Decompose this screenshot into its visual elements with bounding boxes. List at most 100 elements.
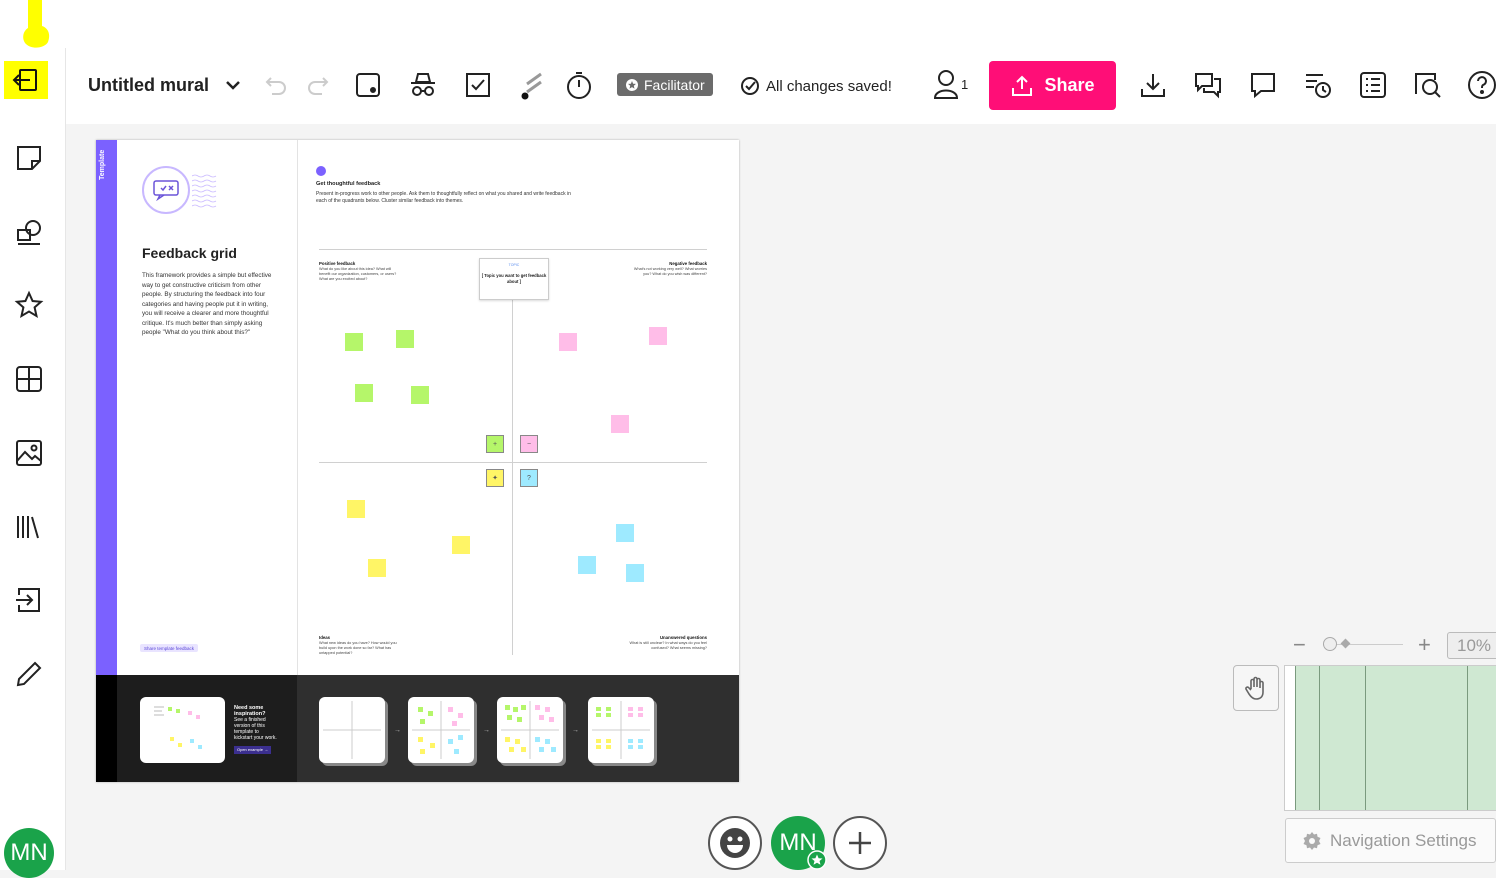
- pan-mode-button[interactable]: [1233, 665, 1279, 711]
- questions-quadrant-label: Unanswered questions What is still uncle…: [627, 635, 707, 651]
- share-button[interactable]: Share: [989, 61, 1116, 110]
- comment-icon[interactable]: [1246, 68, 1280, 102]
- sticky-note-icon[interactable]: [8, 137, 50, 179]
- minimap-viewport: [1295, 666, 1496, 810]
- mural-title-text: Untitled mural: [88, 75, 210, 95]
- step-thumbnail-4[interactable]: [588, 697, 654, 763]
- voting-icon[interactable]: [461, 68, 495, 102]
- middle-horizontal-line: [319, 462, 707, 463]
- questions-text: What is still unclear? In what ways do y…: [629, 641, 707, 650]
- feedback-bubble-icon: [142, 166, 190, 214]
- minimap[interactable]: [1284, 665, 1496, 811]
- zoom-slider-handle[interactable]: [1323, 637, 1337, 651]
- minimap-line: [1365, 666, 1366, 810]
- minimap-line: [1467, 666, 1468, 810]
- negative-title: Negative feedback: [669, 261, 707, 266]
- focus-mode-icon[interactable]: [351, 68, 385, 102]
- avatar[interactable]: MN: [4, 828, 54, 878]
- positive-quadrant-label: Positive feedback What do you like about…: [319, 261, 399, 282]
- sticky-note[interactable]: [347, 500, 365, 518]
- zoom-level-input[interactable]: 10%: [1447, 632, 1496, 659]
- positive-title: Positive feedback: [319, 261, 356, 266]
- sticky-note[interactable]: [626, 564, 644, 582]
- exit-icon[interactable]: [4, 61, 48, 99]
- navigation-settings-label: Navigation Settings: [1330, 830, 1477, 850]
- mural-board[interactable]: Template Feedback grid This framework pr…: [96, 140, 739, 782]
- zoom-out-button[interactable]: −: [1293, 632, 1306, 658]
- sticky-note[interactable]: [411, 386, 429, 404]
- user-count: 1: [961, 76, 969, 92]
- star-icon[interactable]: [8, 284, 50, 326]
- activity-icon[interactable]: [1301, 68, 1335, 102]
- pencil-icon[interactable]: [8, 653, 50, 695]
- open-example-button[interactable]: Open example →: [234, 746, 272, 754]
- grid-many-stickies-icon: [501, 701, 559, 759]
- sticky-note[interactable]: [452, 536, 470, 554]
- emoji-reaction-button[interactable]: [708, 816, 762, 870]
- negative-text: What's not working very well? What worri…: [633, 267, 707, 276]
- empty-grid-icon: [323, 701, 381, 759]
- redo-icon[interactable]: [300, 68, 334, 102]
- question-icon: ?: [520, 469, 538, 487]
- share-template-feedback-link[interactable]: Share template feedback: [140, 644, 199, 652]
- facilitator-label: Facilitator: [644, 76, 705, 93]
- step-thumbnail-1[interactable]: [319, 697, 385, 763]
- facilitator-badge[interactable]: Facilitator: [617, 73, 713, 96]
- sticky-note[interactable]: [578, 556, 596, 574]
- template-title: Feedback grid: [142, 245, 237, 261]
- sticky-note[interactable]: [368, 559, 386, 577]
- top-line: [319, 249, 707, 250]
- need-title: Need some inspiration?: [234, 705, 266, 717]
- library-icon[interactable]: [8, 506, 50, 548]
- step-thumbnail-3[interactable]: [497, 697, 563, 763]
- topic-body: [ Topic you want to get feedback about ]: [481, 273, 547, 284]
- online-users[interactable]: 1: [931, 68, 968, 100]
- save-status-text: All changes saved!: [766, 77, 892, 95]
- upload-icon: [1012, 75, 1033, 96]
- example-thumbnail[interactable]: [140, 697, 225, 763]
- outline-icon[interactable]: [1356, 68, 1390, 102]
- board-heading: Get thoughtful feedback: [316, 181, 381, 187]
- sticky-note[interactable]: [649, 327, 667, 345]
- hand-icon: [1245, 676, 1264, 700]
- help-icon[interactable]: [1465, 68, 1496, 102]
- invite-button[interactable]: [833, 816, 887, 870]
- download-icon[interactable]: [1136, 68, 1170, 102]
- zoom-controls: − + 10%: [1293, 632, 1496, 659]
- sticky-note[interactable]: [559, 333, 577, 351]
- smiley-icon: [720, 828, 750, 858]
- shapes-icon[interactable]: [8, 211, 50, 253]
- mural-title[interactable]: Untitled mural: [88, 75, 209, 96]
- ideas-text: What new ideas do you have? How would yo…: [319, 641, 397, 655]
- minimap-line: [1319, 666, 1320, 810]
- sticky-note[interactable]: [616, 524, 634, 542]
- share-feedback-text: Share template feedback: [144, 645, 195, 651]
- laser-pointer-icon[interactable]: [515, 68, 549, 102]
- grid-icon[interactable]: [8, 358, 50, 400]
- board-heading-description: Present in-progress work to other people…: [316, 191, 571, 204]
- timer-icon[interactable]: [562, 68, 596, 102]
- topic-card[interactable]: TOPIC [ Topic you want to get feedback a…: [479, 258, 549, 300]
- zoom-fit-marker: [1340, 638, 1351, 649]
- undo-icon[interactable]: [260, 68, 294, 102]
- left-sidebar: [0, 48, 66, 870]
- search-icon[interactable]: [1411, 68, 1445, 102]
- import-icon[interactable]: [8, 579, 50, 621]
- chat-icon[interactable]: [1191, 68, 1225, 102]
- private-mode-icon[interactable]: [406, 68, 440, 102]
- zoom-level: 10%: [1456, 635, 1492, 655]
- zoom-in-button[interactable]: +: [1418, 632, 1431, 658]
- navigation-settings-button[interactable]: Navigation Settings: [1285, 818, 1496, 863]
- user-icon: [933, 70, 959, 99]
- grid-stickies-icon: [412, 701, 470, 759]
- minus-icon: −: [520, 435, 538, 453]
- sticky-note[interactable]: [355, 384, 373, 402]
- sticky-note[interactable]: [396, 330, 414, 348]
- chevron-down-icon[interactable]: [216, 68, 250, 102]
- image-icon[interactable]: [8, 432, 50, 474]
- arrow-right-icon: →: [394, 727, 401, 734]
- step-thumbnail-2[interactable]: [408, 697, 474, 763]
- sticky-note[interactable]: [345, 333, 363, 351]
- current-user-avatar[interactable]: MN: [771, 816, 827, 870]
- sticky-note[interactable]: [611, 415, 629, 433]
